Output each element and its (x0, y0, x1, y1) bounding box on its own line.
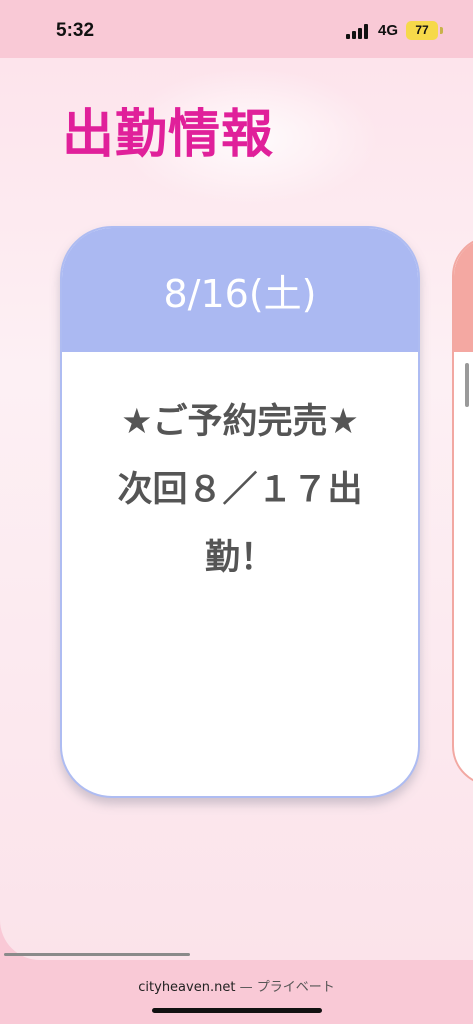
battery-tip (440, 27, 443, 34)
next-card-header (454, 238, 473, 352)
schedule-card[interactable]: 8/16(土) ★ご予約完売★ 次回８／１７出 勤！ (60, 226, 420, 798)
card-header: 8/16(土) (62, 228, 418, 352)
status-bar: 5:32 4G 77 (0, 0, 473, 58)
browser-address-bar[interactable]: cityheaven.net — プライベート (0, 960, 473, 1024)
home-indicator[interactable] (152, 1008, 322, 1013)
status-time: 5:32 (56, 20, 95, 41)
horizontal-scroll-indicator (4, 953, 190, 956)
site-address[interactable]: cityheaven.net — プライベート (0, 976, 473, 995)
signal-icon (346, 24, 372, 39)
card-body: ★ご予約完売★ 次回８／１７出 勤！ (62, 352, 418, 592)
battery-level: 77 (415, 23, 429, 37)
card-status-line: ★ご予約完売★ (121, 402, 359, 442)
page-content[interactable]: 出勤情報 8/16(土) ★ご予約完売★ 次回８／１７出 勤！ (0, 58, 473, 960)
private-mode-label: プライベート (256, 980, 335, 995)
scrollbar[interactable] (465, 363, 469, 407)
card-next-line-end: 勤！ (204, 538, 275, 578)
card-date: 8/16(土) (163, 271, 317, 316)
battery-icon: 77 (406, 21, 438, 40)
site-separator: — (239, 980, 253, 995)
page-title: 出勤情報 (62, 105, 275, 165)
next-schedule-card[interactable] (452, 236, 473, 786)
screen: 5:32 4G 77 出勤情報 8/16(土) ★ご予約完売★ 次回８／１７出 … (0, 0, 473, 1024)
site-domain: cityheaven.net (138, 980, 236, 995)
card-next-line: 次回８／１７出 (117, 470, 363, 510)
network-label: 4G (378, 22, 399, 39)
